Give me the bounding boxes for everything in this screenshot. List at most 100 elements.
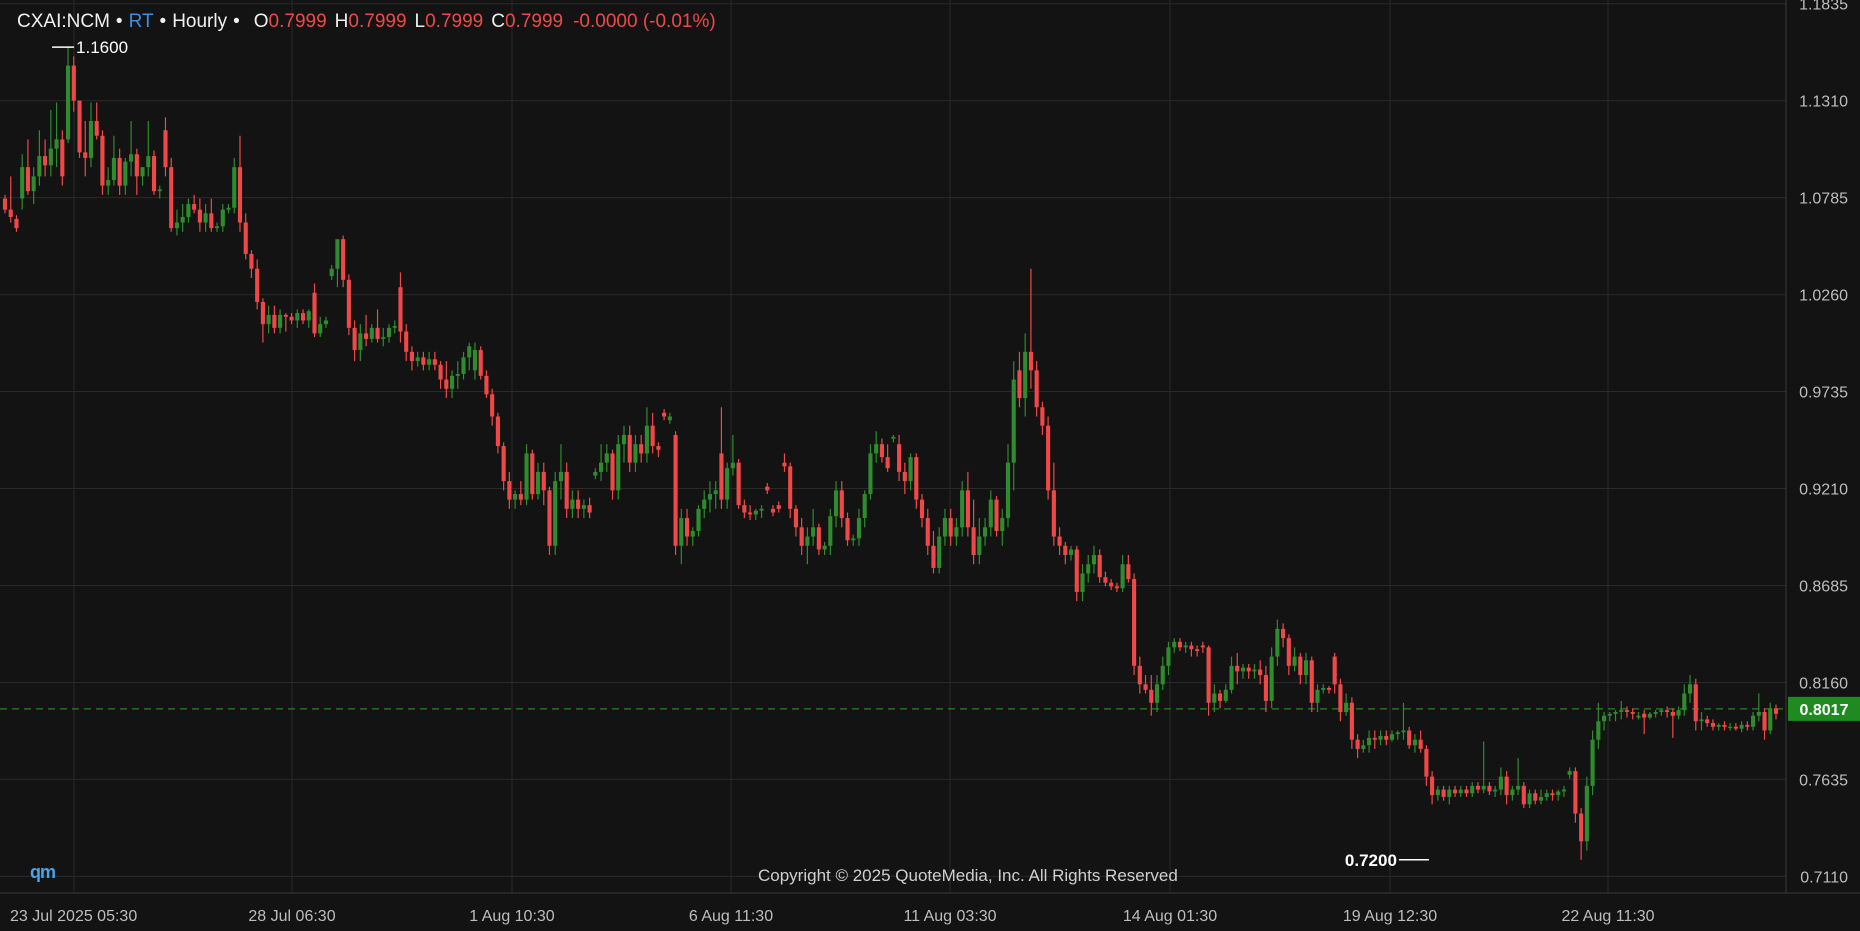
candle-body: [805, 536, 810, 546]
candle-body: [954, 527, 959, 537]
candle-body: [782, 462, 787, 467]
candle-body: [553, 481, 558, 546]
candle-body: [1596, 721, 1601, 740]
candle-body: [1005, 462, 1011, 519]
candle-body: [690, 530, 695, 537]
candle-body: [1132, 579, 1137, 666]
candle-body: [1195, 649, 1200, 652]
candle-body: [1682, 693, 1687, 711]
candlestick-chart-svg[interactable]: 1.1600 0.7200 1.1835 1.1310 1.0785 1.0260 0.9…: [0, 0, 1860, 931]
candle-body: [1229, 665, 1234, 690]
candle-body: [1636, 715, 1641, 718]
x-tick-label: 11 Aug 03:30: [903, 908, 996, 925]
candle-body: [8, 209, 13, 218]
candle-body: [547, 490, 552, 546]
candle: [1584, 776, 1589, 851]
candle-body: [897, 444, 902, 472]
candle-body: [891, 436, 896, 439]
candle-body: [65, 65, 71, 140]
candle-body: [111, 157, 116, 181]
candle-body: [1086, 564, 1091, 574]
candle-body: [1315, 689, 1320, 703]
candle-body: [1768, 708, 1773, 731]
candle-body: [1149, 689, 1154, 703]
candle-body: [427, 359, 432, 365]
candle-body: [1430, 776, 1435, 796]
interval-label[interactable]: Hourly: [172, 11, 227, 32]
candle: [736, 458, 741, 509]
candle-body: [1424, 748, 1429, 777]
candle-body: [1481, 785, 1486, 790]
candle-body: [1034, 370, 1039, 408]
candle-body: [1418, 739, 1423, 749]
candle-body: [1292, 656, 1297, 666]
candle: [478, 346, 483, 380]
candle-body: [25, 167, 30, 192]
candle-body: [1751, 715, 1756, 727]
candle-body: [1728, 726, 1733, 728]
candle-body: [495, 416, 500, 447]
candle-body: [639, 444, 644, 454]
candle-body: [1733, 726, 1738, 729]
candle-body: [684, 518, 690, 537]
y-tick-label: 0.8160: [1799, 675, 1848, 692]
candle-body: [1670, 711, 1675, 716]
candle-body: [1258, 669, 1263, 676]
candle-body: [278, 314, 283, 328]
candle-body: [157, 189, 162, 192]
candle-body: [43, 156, 48, 166]
candle-body: [392, 325, 397, 328]
candle-body: [937, 536, 942, 568]
grid: [0, 0, 1860, 931]
candle-body: [237, 167, 243, 223]
candle-body: [214, 226, 220, 229]
candle-body: [1613, 711, 1618, 714]
candle-body: [719, 453, 724, 500]
candle-body: [77, 100, 82, 153]
candle-body: [100, 135, 105, 186]
candle-body: [1217, 693, 1223, 701]
candle-body: [467, 346, 472, 358]
candle-body: [1773, 708, 1779, 714]
candle-body: [1200, 645, 1205, 648]
candle-body: [1017, 370, 1022, 399]
y-tick-label: 1.1310: [1799, 94, 1848, 111]
y-tick-label: 1.1835: [1799, 0, 1848, 14]
candle-body: [1137, 665, 1142, 685]
candle-body: [576, 499, 581, 509]
candle-body: [1642, 713, 1647, 718]
candle-body: [318, 324, 323, 334]
candle-body: [971, 527, 976, 556]
candle-body: [1361, 745, 1366, 749]
candle-body: [518, 494, 523, 500]
candle-body: [472, 349, 478, 371]
candle-body: [1653, 711, 1658, 714]
chart[interactable]: 1.1600 0.7200 1.1835 1.1310 1.0785 1.0260 0.9…: [0, 0, 1860, 931]
candle-body: [329, 268, 334, 277]
candle-body: [375, 327, 380, 339]
symbol: CXAI:NCM: [17, 11, 110, 32]
candle-body: [1189, 645, 1194, 650]
candle-body: [37, 156, 42, 177]
candle-body: [1080, 573, 1085, 592]
candle-body: [1527, 793, 1532, 805]
candle-body: [14, 218, 19, 229]
chart-background: [0, 0, 1860, 931]
candle-body: [1601, 715, 1607, 722]
candle-body: [977, 536, 982, 556]
candle: [994, 495, 999, 537]
candle-body: [335, 239, 340, 269]
candle-body: [1395, 732, 1400, 735]
candle-body: [742, 505, 747, 513]
candle-body: [1647, 713, 1652, 718]
x-tick-label: 22 Aug 11:30: [1561, 908, 1654, 925]
candle-body: [249, 253, 254, 269]
candle-body: [1051, 490, 1056, 537]
candle-body: [1355, 739, 1360, 749]
candle-body: [1000, 518, 1005, 531]
candle-body: [988, 499, 993, 528]
candle-body: [129, 154, 134, 162]
candle-body: [1407, 730, 1412, 746]
candle-body: [1659, 710, 1664, 712]
candle-body: [20, 167, 25, 199]
